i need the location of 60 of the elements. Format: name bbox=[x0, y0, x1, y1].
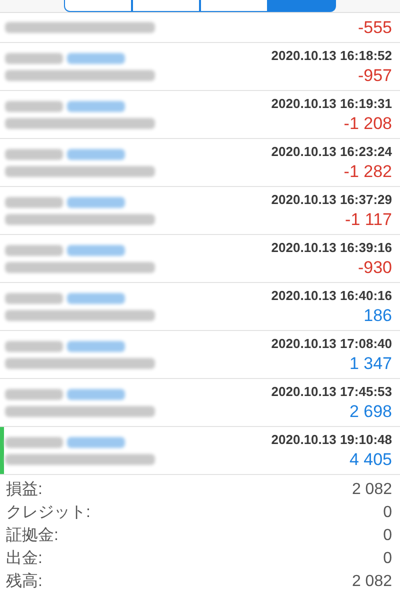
trade-time: 2020.10.13 16:18:52 bbox=[271, 46, 392, 64]
trade-time: 2020.10.13 16:37:29 bbox=[271, 190, 392, 208]
trade-profit: 4 405 bbox=[349, 448, 392, 470]
summary-value: 0 bbox=[383, 502, 392, 522]
trade-row[interactable]: 2020.10.13 19:10:48 4 405 bbox=[0, 427, 400, 475]
summary-label: 証拠金: bbox=[6, 526, 58, 546]
trade-row[interactable]: 2020.10.13 17:45:53 2 698 bbox=[0, 379, 400, 427]
trade-row[interactable]: 2020.10.13 16:19:31 -1 208 bbox=[0, 91, 400, 139]
trade-profit: 186 bbox=[364, 304, 392, 326]
segment-tab[interactable] bbox=[200, 0, 268, 12]
trade-row[interactable]: 2020.10.13 16:23:24 -1 282 bbox=[0, 139, 400, 187]
trade-time: 2020.10.13 16:40:16 bbox=[271, 286, 392, 304]
trade-profit: -1 282 bbox=[344, 160, 392, 182]
blurred-text bbox=[67, 244, 125, 256]
summary-label: 出金: bbox=[6, 548, 42, 568]
summary-value: 0 bbox=[383, 526, 392, 546]
trade-profit: -930 bbox=[358, 256, 392, 278]
trade-profit: -555 bbox=[358, 16, 392, 38]
blurred-text bbox=[67, 148, 125, 160]
blurred-text bbox=[67, 340, 125, 352]
trade-row[interactable]: 2020.10.13 16:40:16 186 bbox=[0, 283, 400, 331]
blurred-text bbox=[67, 100, 125, 112]
trade-time: 2020.10.13 17:45:53 bbox=[271, 382, 392, 400]
blurred-text bbox=[5, 100, 63, 112]
trade-time: 2020.10.13 17:08:40 bbox=[271, 334, 392, 352]
trade-row[interactable]: 2020.10.13 16:37:29 -1 117 bbox=[0, 187, 400, 235]
trade-time: 2020.10.13 16:19:31 bbox=[271, 94, 392, 112]
trade-profit: -1 208 bbox=[344, 112, 392, 134]
blurred-text bbox=[5, 388, 63, 400]
summary-value: 2 082 bbox=[352, 572, 392, 592]
trade-row[interactable]: 2020.10.13 16:18:52 -957 bbox=[0, 43, 400, 91]
summary-label: 残高: bbox=[6, 572, 42, 592]
trade-time: 2020.10.13 16:39:16 bbox=[271, 238, 392, 256]
blurred-text bbox=[67, 196, 125, 208]
blurred-text bbox=[5, 340, 63, 352]
blurred-text bbox=[67, 388, 125, 400]
trade-profit: -957 bbox=[358, 64, 392, 86]
trade-row[interactable]: -555 bbox=[0, 13, 400, 43]
trade-row[interactable]: 2020.10.13 17:08:40 1 347 bbox=[0, 331, 400, 379]
blurred-text bbox=[67, 52, 125, 64]
trade-row[interactable]: 2020.10.13 16:39:16 -930 bbox=[0, 235, 400, 283]
summary-label: クレジット: bbox=[6, 502, 90, 522]
blurred-text bbox=[5, 436, 63, 448]
blurred-text bbox=[5, 292, 63, 304]
trade-profit: 2 698 bbox=[349, 400, 392, 422]
blurred-text bbox=[5, 196, 63, 208]
trade-time: 2020.10.13 19:10:48 bbox=[271, 430, 392, 448]
blurred-text bbox=[5, 52, 63, 64]
summary-value: 0 bbox=[383, 548, 392, 568]
trade-profit: 1 347 bbox=[349, 352, 392, 374]
segment-tab[interactable] bbox=[132, 0, 200, 12]
blurred-text bbox=[5, 148, 63, 160]
trade-profit: -1 117 bbox=[345, 208, 392, 230]
summary-value: 2 082 bbox=[352, 480, 392, 500]
blurred-text bbox=[67, 292, 125, 304]
summary-label: 損益: bbox=[6, 480, 42, 500]
blurred-text bbox=[67, 436, 125, 448]
segment-tab[interactable] bbox=[64, 0, 132, 12]
blurred-text bbox=[5, 244, 63, 256]
trade-time: 2020.10.13 16:23:24 bbox=[271, 142, 392, 160]
